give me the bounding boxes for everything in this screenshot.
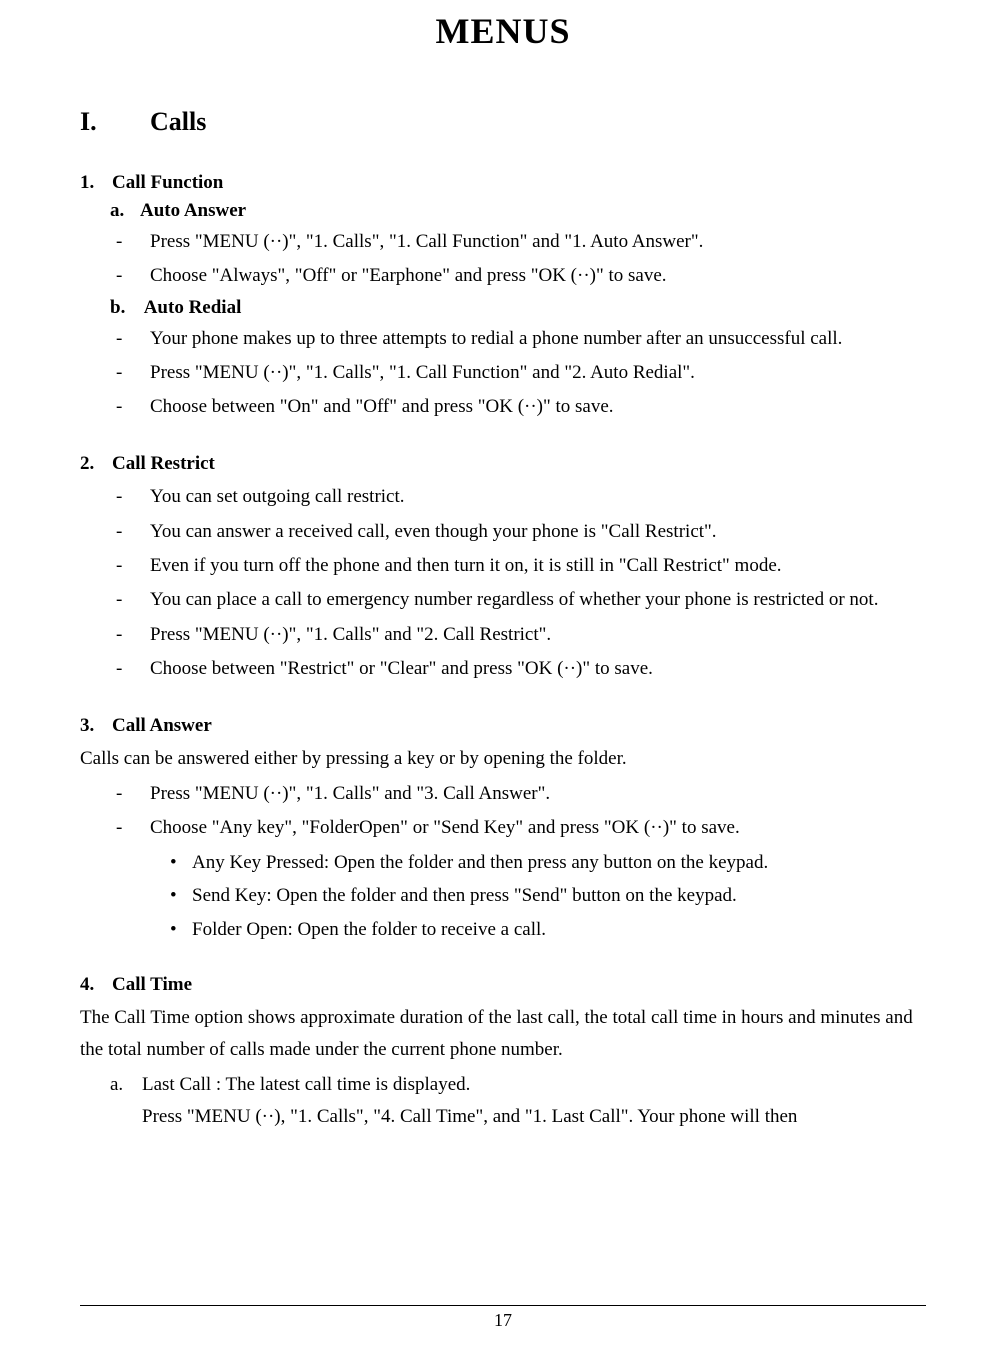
dash-icon: -	[116, 550, 150, 582]
item-letter: b.	[110, 297, 140, 319]
heading-label: Calls	[150, 107, 206, 136]
list-item: -Choose between "On" and "Off" and press…	[116, 391, 926, 423]
dash-icon: -	[116, 323, 150, 355]
subsection-label: Call Time	[112, 974, 192, 995]
subsection-call-answer: 3.Call Answer	[80, 715, 926, 737]
subsection-call-restrict: 2.Call Restrict	[80, 453, 926, 475]
lettered-item: a.Last Call : The latest call time is di…	[110, 1069, 926, 1101]
dash-icon: -	[116, 653, 150, 685]
list-text: You can set outgoing call restrict.	[150, 486, 405, 507]
lettered-text: Last Call : The latest call time is disp…	[142, 1074, 470, 1095]
list-text: Press "MENU (··)", "1. Calls" and "3. Ca…	[150, 783, 550, 804]
page-title: MENUS	[80, 10, 926, 52]
bullet-icon: •	[170, 913, 192, 946]
item-letter: a.	[110, 1069, 142, 1101]
list-item: -Press "MENU (··)", "1. Calls" and "3. C…	[116, 778, 926, 810]
dash-icon: -	[116, 812, 150, 844]
bullet-text: Folder Open: Open the folder to receive …	[192, 919, 546, 940]
subsection-label: Call Answer	[112, 715, 212, 736]
subsection-call-function: 1.Call Function	[80, 172, 926, 194]
list-text: Even if you turn off the phone and then …	[150, 555, 782, 576]
list-text: Choose between "Restrict" or "Clear" and…	[150, 658, 653, 679]
dash-icon: -	[116, 516, 150, 548]
list-text: Press "MENU (··)", "1. Calls" and "2. Ca…	[150, 624, 551, 645]
bullet-icon: •	[170, 846, 192, 879]
bullet-item: •Send Key: Open the folder and then pres…	[170, 879, 926, 912]
subsection-number: 2.	[80, 453, 112, 475]
heading-number: I.	[80, 107, 150, 137]
page: MENUS I.Calls 1.Call Function a.Auto Ans…	[0, 0, 1006, 1353]
list-item: -Even if you turn off the phone and then…	[116, 550, 926, 582]
dash-icon: -	[116, 481, 150, 513]
dash-icon: -	[116, 778, 150, 810]
paragraph: The Call Time option shows approximate d…	[80, 1002, 926, 1067]
subsection-number: 4.	[80, 974, 112, 996]
item-label: Auto Answer	[140, 200, 246, 221]
paragraph: Calls can be answered either by pressing…	[80, 743, 926, 775]
list-text: Choose between "On" and "Off" and press …	[150, 396, 614, 417]
list-text: Choose "Always", "Off" or "Earphone" and…	[150, 265, 667, 286]
dash-icon: -	[116, 226, 150, 258]
dash-icon: -	[116, 584, 150, 616]
list-item: -Choose between "Restrict" or "Clear" an…	[116, 653, 926, 685]
bullet-item: •Any Key Pressed: Open the folder and th…	[170, 846, 926, 879]
bullet-text: Send Key: Open the folder and then press…	[192, 885, 737, 906]
subsection-label: Call Function	[112, 172, 223, 193]
page-number: 17	[494, 1310, 512, 1330]
bullet-item: •Folder Open: Open the folder to receive…	[170, 913, 926, 946]
dash-icon: -	[116, 391, 150, 423]
item-label: Auto Redial	[140, 297, 241, 318]
item-letter: a.	[110, 200, 140, 222]
list-item: -Press "MENU (··)", "1. Calls" and "2. C…	[116, 619, 926, 651]
bullet-icon: •	[170, 879, 192, 912]
list-text: Press "MENU (··)", "1. Calls", "1. Call …	[150, 362, 695, 383]
bullet-text: Any Key Pressed: Open the folder and the…	[192, 852, 768, 873]
lettered-continuation: Press "MENU (··), "1. Calls", "4. Call T…	[142, 1101, 926, 1133]
list-item: -You can place a call to emergency numbe…	[116, 584, 926, 616]
list-item: -You can answer a received call, even th…	[116, 516, 926, 548]
subsection-label: Call Restrict	[112, 453, 215, 474]
list-text: Choose "Any key", "FolderOpen" or "Send …	[150, 817, 740, 838]
dash-icon: -	[116, 619, 150, 651]
list-text: Press "MENU (··)", "1. Calls", "1. Call …	[150, 231, 703, 252]
dash-icon: -	[116, 357, 150, 389]
list-item: -Press "MENU (··)", "1. Calls", "1. Call…	[116, 226, 926, 258]
item-auto-answer: a.Auto Answer	[110, 200, 926, 222]
list-item: -Press "MENU (··)", "1. Calls", "1. Call…	[116, 357, 926, 389]
subsection-call-time: 4.Call Time	[80, 974, 926, 996]
list-item: -You can set outgoing call restrict.	[116, 481, 926, 513]
list-text: Your phone makes up to three attempts to…	[150, 328, 842, 349]
page-footer: 17	[80, 1305, 926, 1331]
list-item: -Choose "Always", "Off" or "Earphone" an…	[116, 260, 926, 292]
list-item: -Choose "Any key", "FolderOpen" or "Send…	[116, 812, 926, 844]
subsection-number: 3.	[80, 715, 112, 737]
subsection-number: 1.	[80, 172, 112, 194]
list-text: You can place a call to emergency number…	[150, 589, 878, 610]
section-heading: I.Calls	[80, 107, 926, 137]
list-item: -Your phone makes up to three attempts t…	[116, 323, 926, 355]
item-auto-redial: b. Auto Redial	[110, 297, 926, 319]
dash-icon: -	[116, 260, 150, 292]
list-text: You can answer a received call, even tho…	[150, 521, 717, 542]
